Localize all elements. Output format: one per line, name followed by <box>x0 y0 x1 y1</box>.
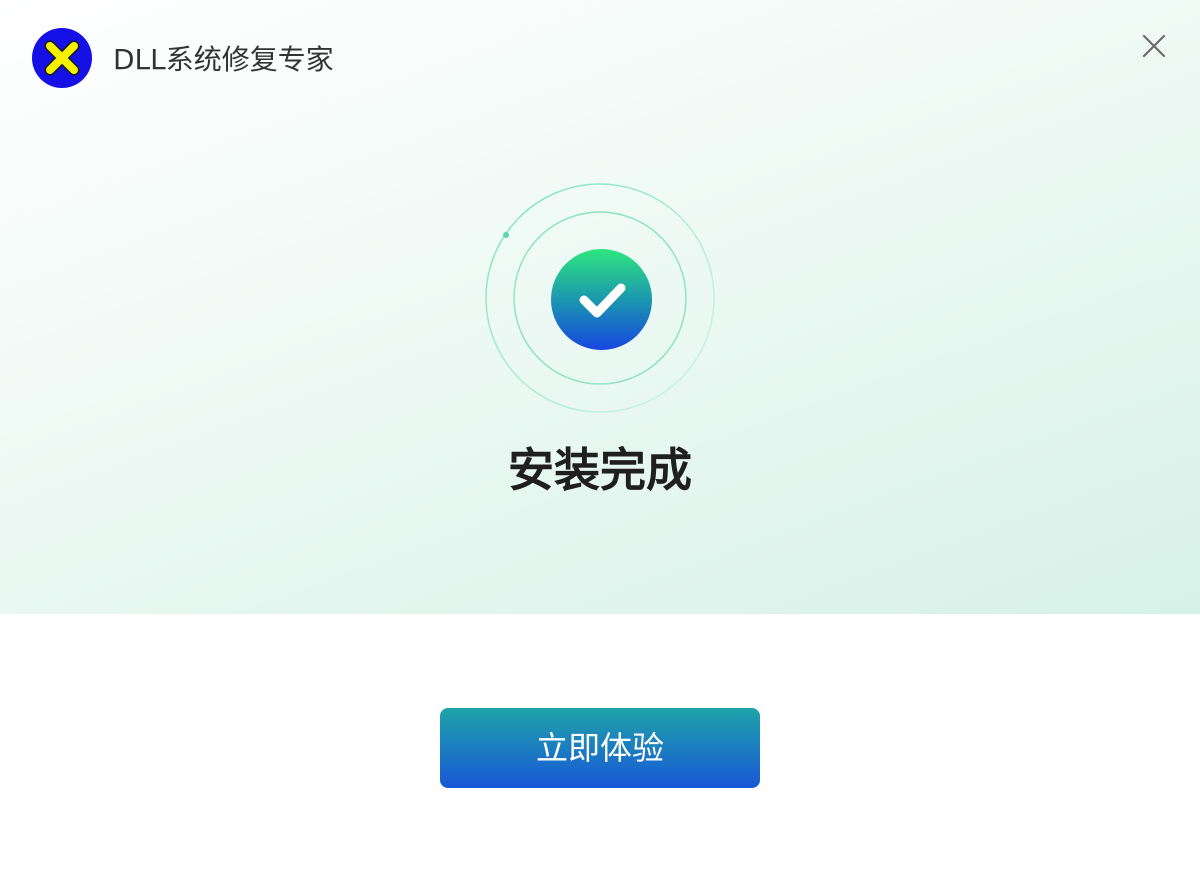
install-complete-title: 安装完成 <box>508 443 692 497</box>
installer-window: DLL系统修复专家 安装完成 立即体验 <box>0 0 1200 880</box>
close-icon <box>1142 34 1166 58</box>
app-title: DLL系统修复专家 <box>113 43 334 76</box>
yellow-x-logo-icon <box>32 28 92 88</box>
check-circle-icon <box>551 249 652 350</box>
close-button[interactable] <box>1136 28 1172 64</box>
try-now-button[interactable]: 立即体验 <box>440 708 760 788</box>
hero-panel: DLL系统修复专家 安装完成 <box>0 0 1200 614</box>
